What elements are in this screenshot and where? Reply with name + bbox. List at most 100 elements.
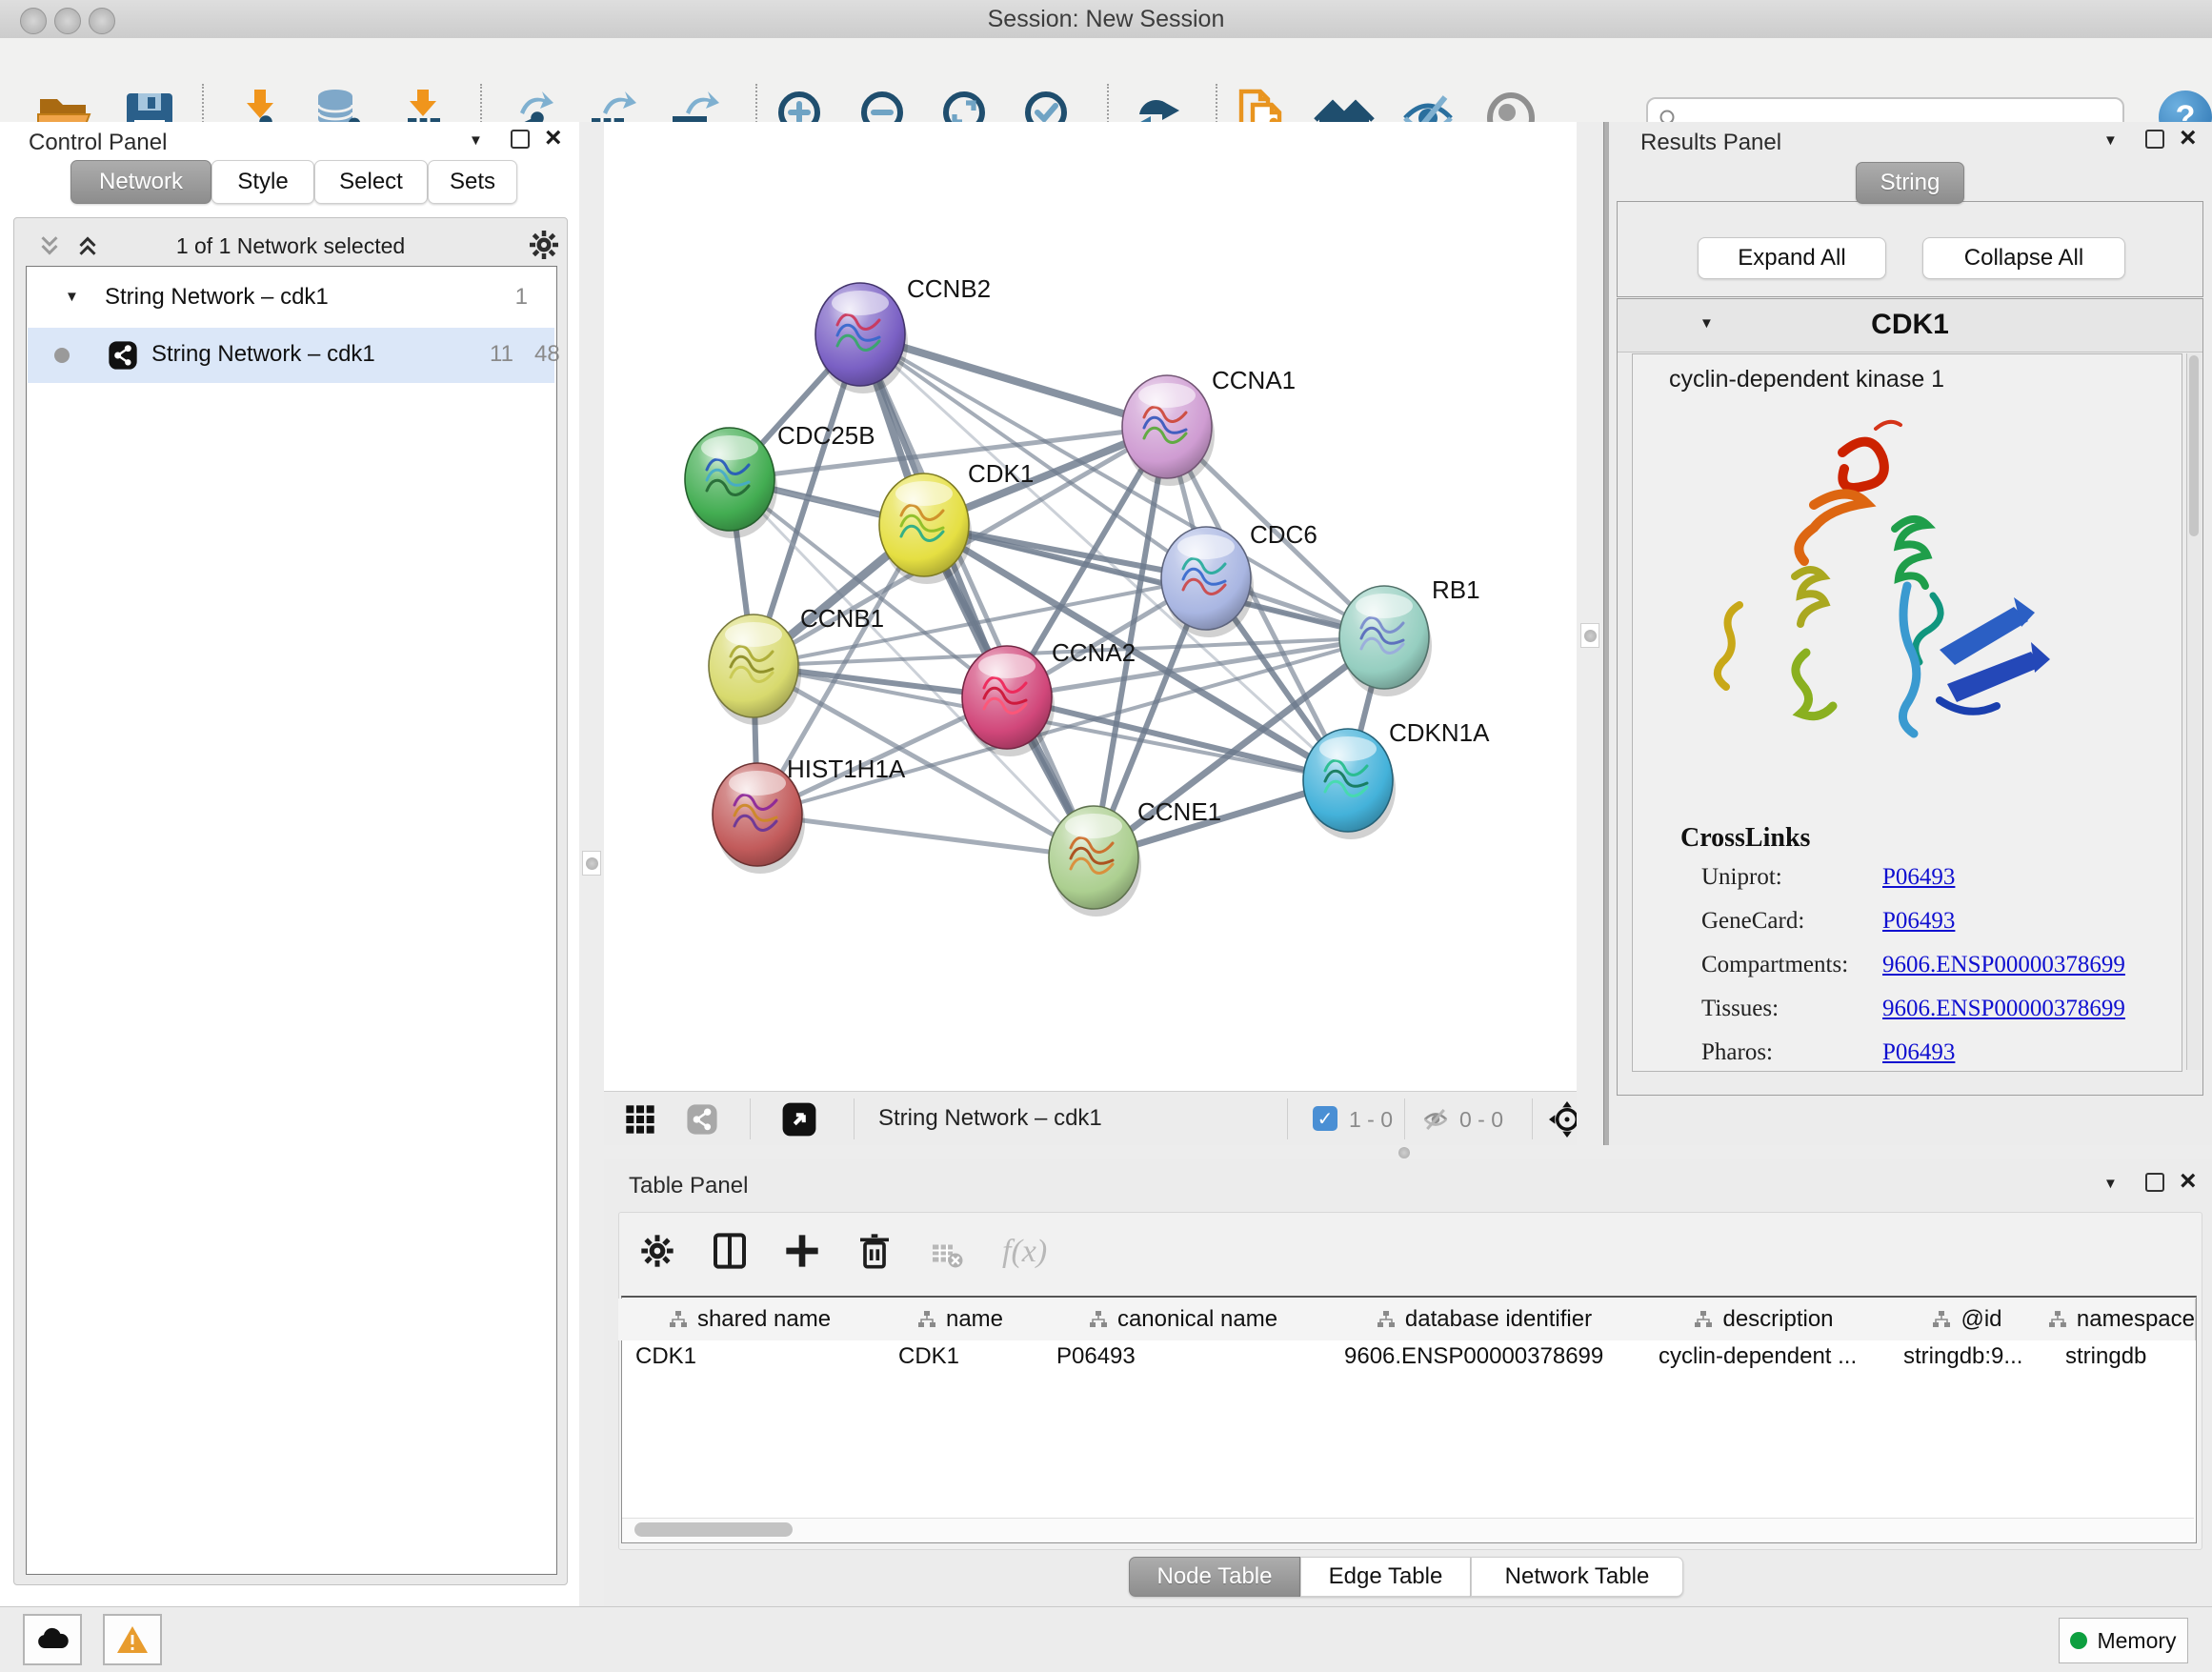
column-header-canonicalname[interactable]: canonical name	[1039, 1299, 1328, 1340]
network-node-CDC6[interactable]: CDC6	[1161, 520, 1317, 637]
network-node-RB1[interactable]: RB1	[1339, 575, 1480, 696]
network-view-icon-disabled[interactable]	[686, 1103, 718, 1136]
network-list: ▼ String Network – cdk1 1 String Network…	[26, 266, 557, 1575]
column-header-name[interactable]: name	[881, 1299, 1040, 1340]
protein-section: ▼ CDK1 cyclin-dependent kinase 1	[1617, 298, 2203, 1096]
table-cell[interactable]: 9606.ENSP00000378699	[1344, 1340, 1639, 1373]
panel-collapse-icon[interactable]: ▼	[469, 133, 483, 148]
panel-close-icon[interactable]: ×	[545, 124, 562, 152]
status-bar: Memory	[0, 1606, 2212, 1672]
results-scrollbar-track[interactable]	[2186, 353, 2202, 1070]
crosslink-tissues-link[interactable]: 9606.ENSP00000378699	[1882, 996, 2125, 1022]
tree-expand-icon[interactable]: ▼	[65, 290, 79, 304]
control-panel-title: Control Panel	[29, 130, 167, 156]
tab-string[interactable]: String	[1856, 162, 1964, 204]
tab-network-table[interactable]: Network Table	[1471, 1557, 1683, 1597]
protein-header-row[interactable]: ▼ CDK1	[1618, 299, 2202, 353]
add-column-icon[interactable]	[783, 1232, 821, 1270]
table-cell[interactable]: stringdb:9...	[1903, 1340, 2046, 1373]
node-label-CCNA2: CCNA2	[1052, 638, 1136, 667]
crosslink-genecard-link[interactable]: P06493	[1882, 908, 1955, 935]
protein-description: cyclin-dependent kinase 1	[1669, 366, 1944, 393]
left-splitter-handle[interactable]	[582, 851, 601, 876]
network-node-CCNE1[interactable]: CCNE1	[1049, 797, 1221, 917]
column-header-namespace[interactable]: namespace	[2048, 1299, 2196, 1340]
network-group-row[interactable]: ▼ String Network – cdk1 1	[27, 271, 554, 326]
cloud-button[interactable]	[23, 1614, 82, 1665]
main-toolbar: ?	[0, 38, 2212, 123]
protein-name: CDK1	[1618, 309, 2202, 341]
node-label-RB1: RB1	[1432, 575, 1480, 604]
panel-collapse-icon[interactable]: ▼	[2103, 133, 2118, 148]
bottom-splitter-handle[interactable]	[1393, 1146, 1416, 1158]
crosslink-label: GeneCard:	[1701, 908, 1804, 935]
memory-button[interactable]: Memory	[2059, 1618, 2188, 1663]
panel-close-icon[interactable]: ×	[2180, 124, 2197, 152]
crosslink-uniprot-link[interactable]: P06493	[1882, 864, 1955, 891]
node-label-CDC25B: CDC25B	[777, 421, 875, 450]
column-header-id[interactable]: @id	[1886, 1299, 2049, 1340]
table-cell[interactable]: CDK1	[898, 1340, 1037, 1373]
right-splitter-handle[interactable]	[1580, 623, 1599, 648]
results-panel-title: Results Panel	[1640, 130, 1781, 156]
bar-divider	[854, 1098, 855, 1139]
title-bar: Session: New Session	[0, 0, 2212, 39]
panel-float-icon[interactable]	[2145, 130, 2164, 149]
bar-divider	[1404, 1098, 1405, 1139]
column-header-description[interactable]: description	[1641, 1299, 1887, 1340]
node-label-CCNE1: CCNE1	[1137, 797, 1221, 826]
network-node-CCNB2[interactable]: CCNB2	[815, 274, 991, 393]
column-type-icon	[2048, 1310, 2067, 1329]
tab-select[interactable]: Select	[314, 160, 428, 204]
tab-sets[interactable]: Sets	[428, 160, 517, 204]
network-node-count: 11	[490, 341, 513, 368]
network-row-label: String Network – cdk1	[151, 341, 375, 368]
column-type-icon	[917, 1310, 936, 1329]
tab-edge-table[interactable]: Edge Table	[1300, 1557, 1471, 1597]
results-panel: Results Panel ▼ × String Expand All Coll…	[1609, 122, 2212, 1159]
grid-view-icon[interactable]	[625, 1104, 655, 1135]
control-panel: Control Panel ▼ × Network Style Select S…	[0, 122, 580, 1606]
tab-network[interactable]: Network	[70, 160, 211, 204]
delete-column-icon[interactable]	[855, 1232, 894, 1270]
table-cell[interactable]: cyclin-dependent ...	[1659, 1340, 1884, 1373]
network-node-CCNB1[interactable]: CCNB1	[709, 604, 884, 725]
results-scrollbar-thumb[interactable]	[2189, 355, 2199, 536]
network-selector-text: 1 of 1 Network selected	[14, 233, 567, 259]
table-hscrollbar-thumb[interactable]	[634, 1522, 793, 1537]
birds-eye-view-icon[interactable]	[781, 1101, 817, 1138]
crosslink-pharos-link[interactable]: P06493	[1882, 1039, 1955, 1066]
network-node-CDK1[interactable]: CDK1	[879, 459, 1034, 584]
collapse-all-button[interactable]: Collapse All	[1922, 237, 2125, 279]
expand-all-button[interactable]: Expand All	[1698, 237, 1886, 279]
network-node-CDKN1A[interactable]: CDKN1A	[1303, 718, 1490, 839]
show-columns-icon[interactable]	[711, 1232, 749, 1270]
network-graph[interactable]: CCNB2CCNA1CDC25BCDK1CDC6RB1CCNB1CCNA2CDK…	[604, 122, 1577, 1091]
panel-float-icon[interactable]	[2145, 1173, 2164, 1192]
network-edge[interactable]	[757, 815, 1094, 857]
table-cell[interactable]: CDK1	[635, 1340, 879, 1373]
table-cell[interactable]: P06493	[1056, 1340, 1325, 1373]
warning-button[interactable]	[103, 1614, 162, 1665]
crosslink-compartments-link[interactable]: 9606.ENSP00000378699	[1882, 952, 2125, 978]
tab-style[interactable]: Style	[211, 160, 314, 204]
column-header-databaseidentifier[interactable]: database identifier	[1327, 1299, 1642, 1340]
network-node-HIST1H1A[interactable]: HIST1H1A	[713, 755, 906, 874]
delete-table-icon-disabled	[930, 1238, 964, 1272]
network-options-gear-icon[interactable]	[527, 228, 561, 262]
network-row-selected[interactable]: String Network – cdk1 11 48	[28, 328, 554, 383]
column-type-icon	[669, 1310, 688, 1329]
warning-icon	[115, 1624, 150, 1655]
network-node-CCNA2[interactable]: CCNA2	[962, 638, 1136, 756]
column-header-sharedname[interactable]: shared name	[618, 1299, 882, 1340]
tab-node-table[interactable]: Node Table	[1129, 1557, 1300, 1597]
panel-float-icon[interactable]	[511, 130, 530, 149]
crosslink-label: Pharos:	[1701, 1039, 1773, 1066]
panel-collapse-icon[interactable]: ▼	[2103, 1177, 2118, 1191]
table-hscrollbar-track[interactable]	[622, 1518, 2194, 1541]
panel-close-icon[interactable]: ×	[2180, 1167, 2197, 1196]
node-label-CCNB1: CCNB1	[800, 604, 884, 633]
table-options-gear-icon[interactable]	[638, 1232, 676, 1270]
selected-checkbox[interactable]: ✓	[1313, 1106, 1337, 1131]
table-cell[interactable]: stringdb	[2065, 1340, 2193, 1373]
